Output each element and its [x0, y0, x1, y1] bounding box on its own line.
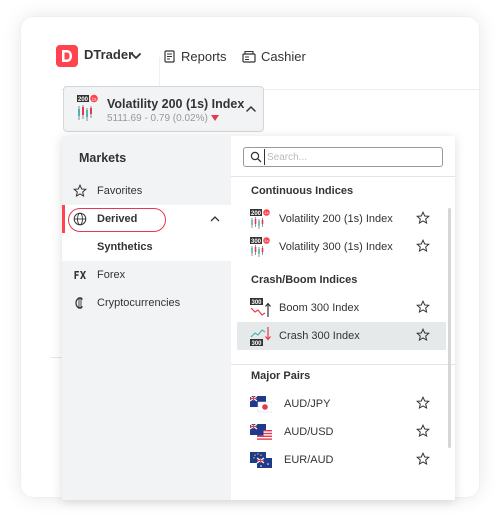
market-row[interactable]: EUR/AUD	[237, 446, 446, 474]
market-name: Boom 300 Index	[279, 302, 360, 314]
crash-index-icon: 300	[250, 327, 271, 346]
favorite-star-icon[interactable]	[416, 396, 430, 410]
price-text: 5111.69 - 0.79 (0.02%)	[107, 113, 208, 124]
list-scrollbar[interactable]	[448, 208, 451, 448]
market-row[interactable]: AUD/USD	[237, 418, 446, 446]
market-row[interactable]: 300 Boom 300 Index	[237, 294, 446, 322]
nav-cashier[interactable]: Cashier	[242, 47, 306, 65]
highlight-ring	[68, 208, 166, 232]
star-icon	[73, 184, 87, 198]
chevron-up-icon[interactable]	[210, 215, 220, 223]
nav-reports[interactable]: Reports	[163, 47, 227, 65]
svg-text:300: 300	[251, 239, 262, 245]
selected-market-price: 5111.69 - 0.79 (0.02%)	[107, 113, 219, 124]
forex-icon	[74, 271, 86, 279]
sidebar-item-favorites[interactable]: Favorites	[62, 177, 231, 205]
svg-text:1s: 1s	[264, 210, 268, 215]
market-name: Crash 300 Index	[279, 330, 360, 342]
price-down-arrow-icon	[210, 115, 219, 122]
market-list: Continuous Indices 200 1s Volatility 200…	[231, 177, 455, 500]
platform-switcher-label[interactable]: DTrader	[84, 47, 133, 62]
market-dropdown-panel: Markets Favorites Derived Synthetics For…	[62, 136, 455, 500]
cashier-icon	[242, 50, 256, 63]
market-row[interactable]: 200 1s Volatility 200 (1s) Index	[237, 205, 446, 233]
svg-text:200: 200	[251, 211, 262, 217]
selected-market-name: Volatility 200 (1s) Index	[107, 97, 245, 111]
sidebar-title: Markets	[79, 151, 127, 165]
aud-jpy-flag-icon	[250, 395, 272, 413]
nav-reports-label: Reports	[181, 48, 227, 64]
sidebar-item-forex[interactable]: Forex	[62, 261, 231, 289]
reports-icon	[164, 49, 175, 63]
sidebar-item-cryptocurrencies[interactable]: Cryptocurrencies	[62, 289, 231, 317]
svg-text:200: 200	[78, 97, 89, 103]
markets-sidebar: Markets Favorites Derived Synthetics For…	[62, 136, 231, 500]
favorite-star-icon[interactable]	[416, 239, 430, 253]
search-icon	[250, 151, 262, 163]
market-name: AUD/JPY	[284, 398, 331, 410]
svg-text:300: 300	[251, 341, 262, 346]
search-box[interactable]	[243, 147, 443, 167]
boom-index-icon: 300	[250, 298, 271, 317]
volatility-index-icon: 300 1s	[250, 237, 270, 257]
svg-text:1s: 1s	[264, 238, 268, 243]
svg-text:1s: 1s	[92, 96, 98, 101]
volatility-index-icon: 200 1s	[77, 94, 98, 121]
favorite-star-icon[interactable]	[416, 424, 430, 438]
favorite-star-icon[interactable]	[416, 328, 430, 342]
market-row[interactable]: 300 Crash 300 Index	[237, 322, 446, 350]
volatility-index-icon: 200 1s	[250, 209, 270, 229]
crypto-icon	[75, 297, 84, 309]
market-name: EUR/AUD	[284, 454, 334, 466]
favorite-star-icon[interactable]	[416, 452, 430, 466]
eur-aud-flag-icon	[250, 452, 272, 468]
market-name: Volatility 200 (1s) Index	[279, 213, 393, 225]
favorite-star-icon[interactable]	[416, 300, 430, 314]
search-input[interactable]	[264, 149, 434, 165]
sidebar-item-label: Forex	[97, 269, 126, 281]
section-header: Major Pairs	[251, 370, 311, 382]
section-header: Continuous Indices	[251, 185, 354, 197]
market-row[interactable]: 300 1s Volatility 300 (1s) Index	[237, 233, 446, 261]
sidebar-item-label: Favorites	[97, 185, 143, 197]
sidebar-subitem-synthetics[interactable]: Synthetics	[62, 233, 231, 261]
chevron-down-icon[interactable]	[130, 50, 142, 62]
section-divider	[231, 364, 455, 365]
chevron-up-icon[interactable]	[245, 104, 257, 114]
sidebar-item-label: Cryptocurrencies	[97, 297, 181, 309]
svg-text:300: 300	[251, 300, 262, 306]
market-name: Volatility 300 (1s) Index	[279, 241, 393, 253]
nav-cashier-label: Cashier	[261, 48, 306, 64]
market-row[interactable]: AUD/JPY	[237, 390, 446, 418]
aud-usd-flag-icon	[250, 423, 272, 440]
market-name: AUD/USD	[284, 426, 334, 438]
sidebar-subitem-label: Synthetics	[97, 241, 153, 253]
deriv-logo-icon[interactable]	[56, 45, 78, 67]
market-selector[interactable]: 200 1s Volatility 200 (1s) Index 5111.69…	[63, 86, 264, 132]
section-header: Crash/Boom Indices	[251, 274, 358, 286]
favorite-star-icon[interactable]	[416, 211, 430, 225]
